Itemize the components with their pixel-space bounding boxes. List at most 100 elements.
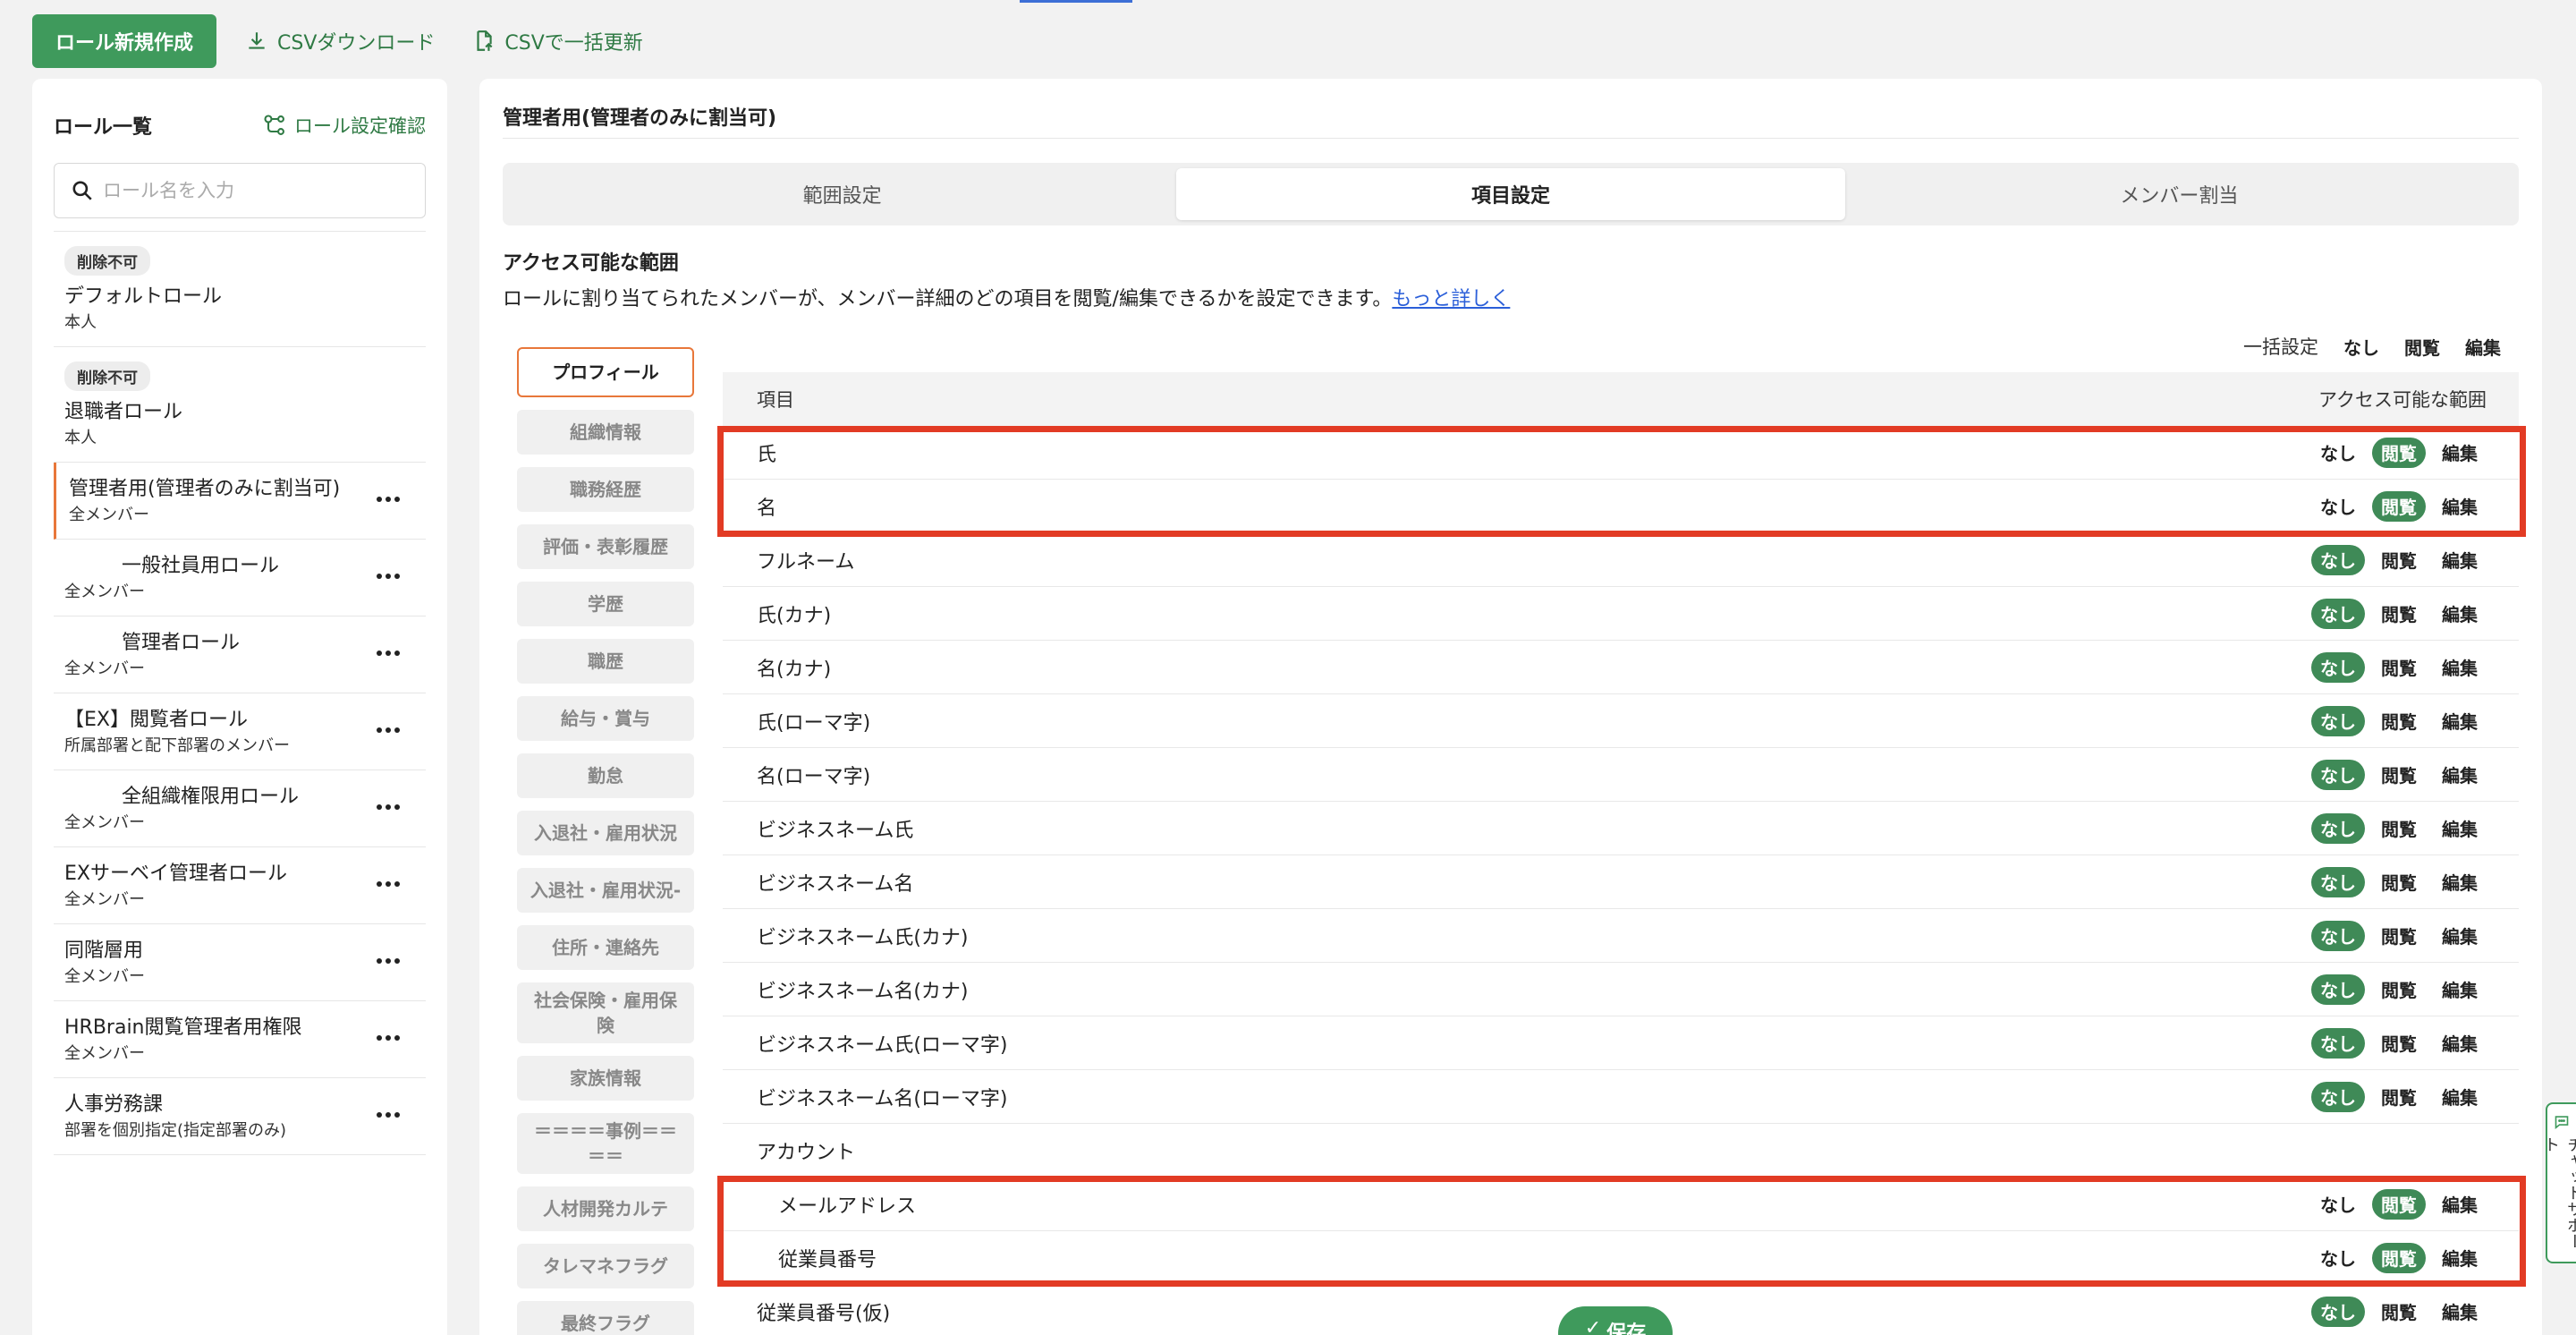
access-option-edit[interactable]: 編集 xyxy=(2433,921,2487,951)
bulk-option-view[interactable]: 閲覧 xyxy=(2395,331,2449,361)
access-level-selector: なし 閲覧 編集 xyxy=(2311,974,2487,1005)
category-employment[interactable]: 入退社・雇用状況 xyxy=(517,811,694,855)
access-option-none[interactable]: なし xyxy=(2311,438,2365,468)
category-address[interactable]: 住所・連絡先 xyxy=(517,925,694,970)
chat-support-tab[interactable]: チャットサポート xyxy=(2541,1102,2576,1263)
category-talent-flag[interactable]: タレマネフラグ xyxy=(517,1244,694,1288)
more-options-icon[interactable] xyxy=(370,563,406,590)
category-salary[interactable]: 給与・賞与 xyxy=(517,696,694,741)
access-option-view[interactable]: 閲覧 xyxy=(2372,813,2426,844)
access-option-none[interactable]: なし xyxy=(2311,544,2365,575)
more-options-icon[interactable] xyxy=(370,640,406,667)
access-option-none[interactable]: なし xyxy=(2311,705,2365,736)
access-option-view[interactable]: 閲覧 xyxy=(2372,1297,2426,1327)
access-option-none[interactable]: なし xyxy=(2311,974,2365,1005)
category-talent-development[interactable]: 人材開発カルテ xyxy=(517,1186,694,1231)
role-item-all-org[interactable]: 全組織権限用ロール 全メンバー xyxy=(54,770,426,847)
role-item-hr-labor[interactable]: 人事労務課 部署を個別指定(指定部署のみ) xyxy=(54,1078,426,1155)
category-education[interactable]: 学歴 xyxy=(517,582,694,626)
role-item-same-level[interactable]: 同階層用 全メンバー xyxy=(54,924,426,1001)
access-option-view[interactable]: 閲覧 xyxy=(2372,1028,2426,1059)
bulk-option-none[interactable]: なし xyxy=(2334,331,2388,361)
access-option-none[interactable]: なし xyxy=(2311,920,2365,951)
access-option-none[interactable]: なし xyxy=(2311,651,2365,683)
save-button[interactable]: ✓ 保存 xyxy=(1558,1306,1673,1335)
access-option-none[interactable]: なし xyxy=(2311,1243,2365,1273)
access-option-edit[interactable]: 編集 xyxy=(2433,491,2487,522)
access-option-edit[interactable]: 編集 xyxy=(2433,1028,2487,1059)
access-option-edit[interactable]: 編集 xyxy=(2433,1243,2487,1273)
role-item-general-employee[interactable]: 一般社員用ロール 全メンバー xyxy=(54,540,426,616)
access-option-view[interactable]: 閲覧 xyxy=(2372,921,2426,951)
category-attendance[interactable]: 勤怠 xyxy=(517,753,694,798)
category-job-history[interactable]: 職務経歴 xyxy=(517,467,694,512)
category-final-flag[interactable]: 最終フラグ xyxy=(517,1301,694,1335)
csv-bulk-update-button[interactable]: CSVで一括更新 xyxy=(463,27,651,55)
access-option-edit[interactable]: 編集 xyxy=(2433,1082,2487,1112)
role-search-input[interactable] xyxy=(103,180,409,201)
access-option-edit[interactable]: 編集 xyxy=(2433,545,2487,575)
access-option-view[interactable]: 閲覧 xyxy=(2372,599,2426,629)
role-item-retired[interactable]: 削除不可 退職者ロール 本人 xyxy=(54,347,426,463)
access-option-view[interactable]: 閲覧 xyxy=(2372,974,2426,1005)
bulk-option-edit[interactable]: 編集 xyxy=(2456,331,2510,361)
access-option-view[interactable]: 閲覧 xyxy=(2372,545,2426,575)
access-option-none[interactable]: なし xyxy=(2311,1081,2365,1112)
role-item-ex-survey-admin[interactable]: EXサーベイ管理者ロール 全メンバー xyxy=(54,847,426,924)
access-option-edit[interactable]: 編集 xyxy=(2433,438,2487,468)
category-insurance[interactable]: 社会保険・雇用保険 xyxy=(517,982,694,1043)
more-options-icon[interactable] xyxy=(370,717,406,744)
role-item-ex-viewer[interactable]: 【EX】閲覧者ロール 所属部署と配下部署のメンバー xyxy=(54,693,426,770)
access-option-view[interactable]: 閲覧 xyxy=(2372,867,2426,897)
access-option-view[interactable]: 閲覧 xyxy=(2372,1188,2426,1220)
category-examples[interactable]: ＝＝＝＝事例＝＝＝＝ xyxy=(517,1113,694,1174)
access-option-view[interactable]: 閲覧 xyxy=(2372,652,2426,683)
role-item-admin-only[interactable]: 管理者用(管理者のみに割当可) 全メンバー xyxy=(54,463,426,540)
more-options-icon[interactable] xyxy=(370,948,406,974)
access-option-edit[interactable]: 編集 xyxy=(2433,867,2487,897)
role-settings-check-link[interactable]: ロール設定確認 xyxy=(262,112,426,139)
access-option-edit[interactable]: 編集 xyxy=(2433,652,2487,683)
category-employment-2[interactable]: 入退社・雇用状況- xyxy=(517,868,694,913)
access-option-none[interactable]: なし xyxy=(2311,1189,2365,1220)
category-work-history[interactable]: 職歴 xyxy=(517,639,694,684)
access-option-none[interactable]: なし xyxy=(2311,491,2365,522)
tab-item-settings[interactable]: 項目設定 xyxy=(1176,168,1845,220)
access-option-edit[interactable]: 編集 xyxy=(2433,1297,2487,1327)
create-role-button[interactable]: ロール新規作成 xyxy=(32,14,217,68)
more-options-icon[interactable] xyxy=(370,1101,406,1128)
access-option-view[interactable]: 閲覧 xyxy=(2372,437,2426,468)
more-options-icon[interactable] xyxy=(370,1025,406,1051)
role-item-hrbrain-viewer-admin[interactable]: HRBrain閲覧管理者用権限 全メンバー xyxy=(54,1001,426,1078)
access-option-view[interactable]: 閲覧 xyxy=(2372,706,2426,736)
access-option-none[interactable]: なし xyxy=(2311,1296,2365,1327)
access-option-view[interactable]: 閲覧 xyxy=(2372,490,2426,522)
role-item-admin[interactable]: 管理者ロール 全メンバー xyxy=(54,616,426,693)
access-option-edit[interactable]: 編集 xyxy=(2433,1189,2487,1220)
more-options-icon[interactable] xyxy=(370,486,406,513)
access-option-view[interactable]: 閲覧 xyxy=(2372,1242,2426,1273)
tab-member-assignment[interactable]: メンバー割当 xyxy=(1845,168,2513,220)
category-profile[interactable]: プロフィール xyxy=(517,347,694,397)
access-option-edit[interactable]: 編集 xyxy=(2433,706,2487,736)
role-item-default[interactable]: 削除不可 デフォルトロール 本人 xyxy=(54,232,426,347)
access-option-none[interactable]: なし xyxy=(2311,598,2365,629)
access-option-edit[interactable]: 編集 xyxy=(2433,974,2487,1005)
csv-download-button[interactable]: CSVダウンロード xyxy=(236,27,444,55)
access-option-edit[interactable]: 編集 xyxy=(2433,599,2487,629)
access-option-view[interactable]: 閲覧 xyxy=(2372,1082,2426,1112)
category-family[interactable]: 家族情報 xyxy=(517,1056,694,1101)
access-option-none[interactable]: なし xyxy=(2311,759,2365,790)
learn-more-link[interactable]: もっと詳しく xyxy=(1392,288,1510,310)
access-option-edit[interactable]: 編集 xyxy=(2433,760,2487,790)
access-option-none[interactable]: なし xyxy=(2311,812,2365,844)
access-option-none[interactable]: なし xyxy=(2311,1027,2365,1059)
category-evaluation[interactable]: 評価・表彰履歴 xyxy=(517,524,694,569)
access-option-edit[interactable]: 編集 xyxy=(2433,813,2487,844)
more-options-icon[interactable] xyxy=(370,871,406,897)
access-option-view[interactable]: 閲覧 xyxy=(2372,760,2426,790)
more-options-icon[interactable] xyxy=(370,794,406,821)
access-option-none[interactable]: なし xyxy=(2311,866,2365,897)
category-organization[interactable]: 組織情報 xyxy=(517,410,694,455)
tab-scope-settings[interactable]: 範囲設定 xyxy=(508,168,1176,220)
